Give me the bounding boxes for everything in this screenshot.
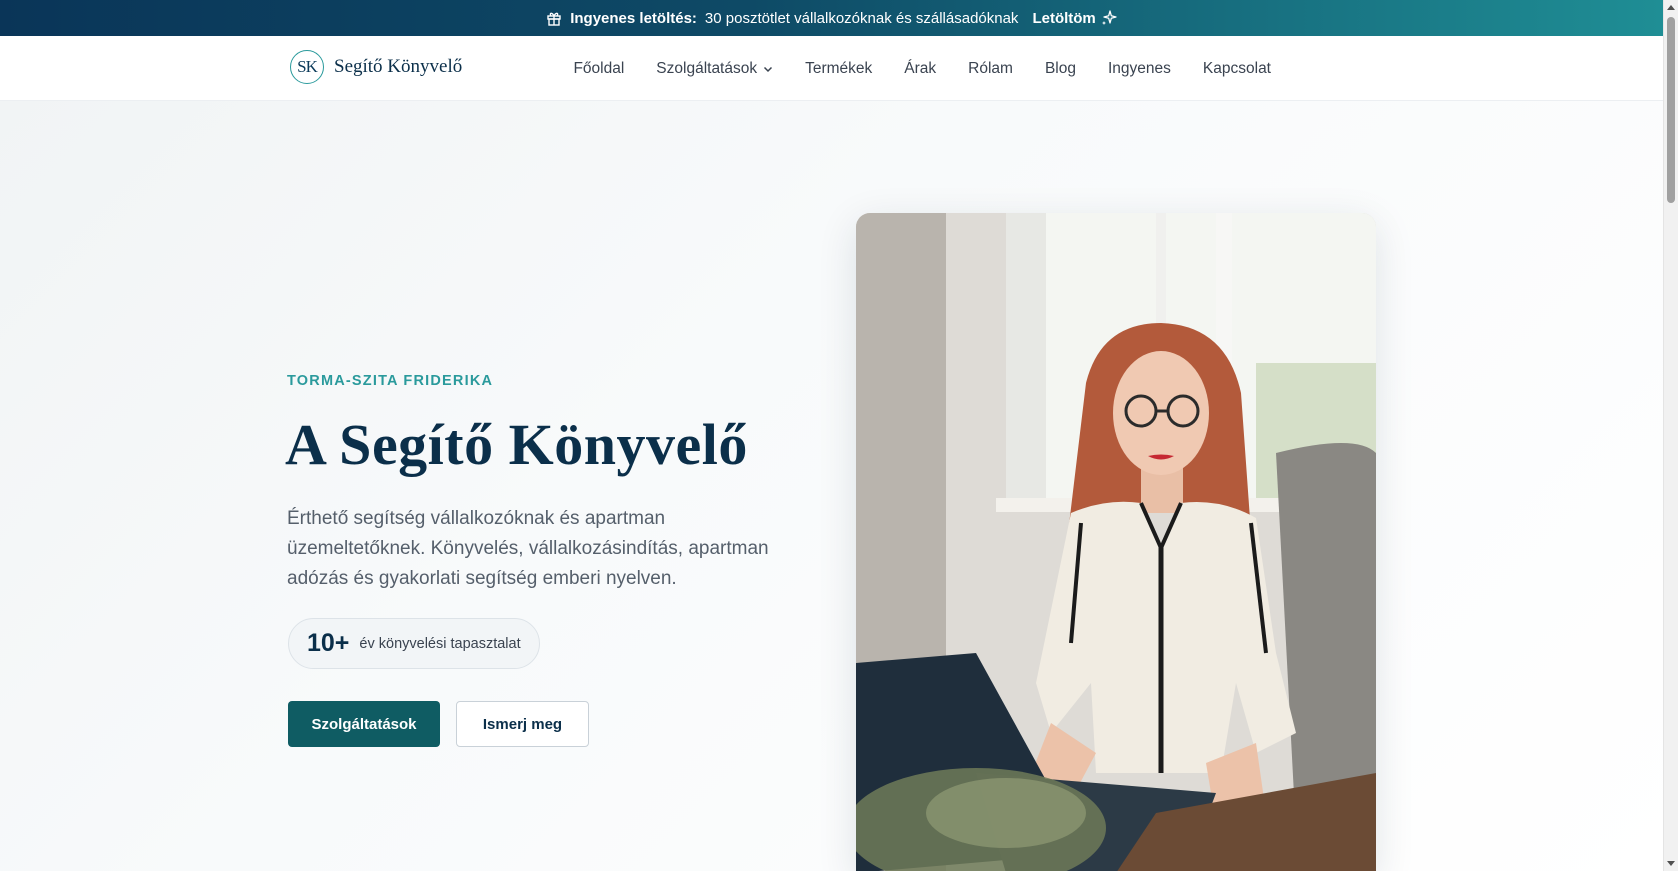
nav-item-szolgaltatasok[interactable]: Szolgáltatások [656,60,773,78]
logo-text: Segítő Könyvelő [334,56,463,77]
nav-item-rolam[interactable]: Rólam [968,60,1013,78]
hero-title: A Segítő Könyvelő [285,412,748,477]
nav-item-ingyenes[interactable]: Ingyenes [1108,60,1171,78]
announcement-bold: Ingyenes letöltés: [570,9,697,27]
main-nav: Főoldal Szolgáltatások Termékek Árak Ról… [573,36,1271,101]
logo-monogram: SK [290,50,324,84]
hero-portrait-image [856,213,1376,871]
nav-item-arak[interactable]: Árak [904,60,936,78]
scroll-up-arrow-icon[interactable] [1667,5,1675,10]
hero-lead: Érthető segítség vállalkozóknak és apart… [287,508,769,589]
experience-badge: 10+ év könyvelési tapasztalat [288,618,540,669]
services-button[interactable]: Szolgáltatások [288,701,440,747]
announcement-cta-label: Letöltöm [1032,9,1096,27]
site-logo[interactable]: SK Segítő Könyvelő [290,50,462,84]
hero-section: TORMA-SZITA FRIDERIKA A Segítő Könyvelő … [0,101,1663,871]
nav-item-fooldal[interactable]: Főoldal [573,60,624,78]
announcement-bar: Ingyenes letöltés: 30 posztötlet vállalk… [0,0,1663,36]
gift-icon [547,12,561,26]
page-scrollbar[interactable] [1663,0,1678,871]
experience-number: 10+ [307,629,350,657]
chevron-down-icon [764,66,773,72]
nav-item-kapcsolat[interactable]: Kapcsolat [1203,60,1271,78]
scroll-down-arrow-icon[interactable] [1667,861,1675,866]
experience-text: év könyvelési tapasztalat [359,635,521,652]
announcement-cta[interactable]: Letöltöm [1032,9,1117,27]
about-me-button[interactable]: Ismerj meg [456,701,589,747]
nav-item-blog[interactable]: Blog [1045,60,1076,78]
site-header: SK Segítő Könyvelő Főoldal Szolgáltatáso… [0,36,1663,101]
sparkle-icon [1101,10,1117,25]
scrollbar-thumb[interactable] [1667,17,1675,203]
nav-item-termekek[interactable]: Termékek [805,60,872,78]
hero-eyebrow: TORMA-SZITA FRIDERIKA [287,373,494,389]
announcement-text: 30 posztötlet vállalkozóknak és szállása… [704,9,1019,27]
nav-item-szolgaltatasok-label: Szolgáltatások [656,59,758,77]
